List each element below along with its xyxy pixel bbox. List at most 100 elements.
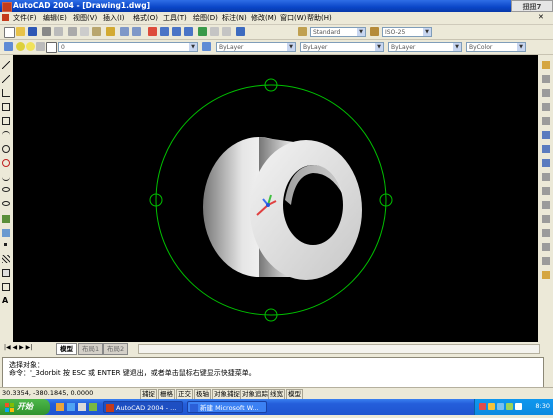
autocad-app-icon[interactable] (2, 2, 12, 12)
design-center-icon[interactable] (210, 27, 219, 36)
array-icon[interactable] (542, 117, 550, 125)
join-icon[interactable] (542, 229, 550, 237)
desktop-icon[interactable] (78, 403, 86, 411)
doc-icon[interactable] (2, 14, 9, 21)
tray-icon-2[interactable] (488, 403, 495, 410)
clock[interactable]: 8:30 (535, 402, 550, 410)
menu-modify[interactable]: 修改(M) (251, 13, 277, 23)
print-icon[interactable] (42, 27, 51, 36)
ellipse-arc-icon[interactable] (2, 201, 10, 206)
copy-icon[interactable] (80, 27, 89, 36)
layer-manager-icon[interactable] (4, 42, 13, 51)
menu-edit[interactable]: 编辑(E) (43, 13, 67, 23)
menu-help[interactable]: 帮助(H) (307, 13, 332, 23)
menu-tools[interactable]: 工具(T) (163, 13, 187, 23)
tab-model[interactable]: 模型 (56, 343, 77, 355)
menu-insert[interactable]: 插入(I) (103, 13, 125, 23)
rectangle-icon[interactable] (2, 117, 10, 125)
line-icon[interactable] (2, 61, 10, 69)
tab-nav-icons[interactable]: |◀ ◀ ▶ ▶| (4, 344, 32, 351)
preview-icon[interactable] (54, 27, 63, 36)
task-autocad[interactable]: AutoCAD 2004 - ... (103, 401, 183, 413)
hatch-icon[interactable] (2, 255, 10, 263)
new-icon[interactable] (4, 27, 15, 38)
chevron-down-icon[interactable]: ▼ (287, 43, 295, 51)
layer-color-icon[interactable] (46, 42, 57, 53)
zoom-icon[interactable] (160, 27, 169, 36)
ie-icon[interactable] (67, 403, 75, 411)
polyline-icon[interactable] (2, 89, 10, 97)
tray-icon-4[interactable] (506, 403, 513, 410)
extend-icon[interactable] (542, 201, 550, 209)
circle-icon[interactable] (2, 145, 10, 153)
break-icon[interactable] (542, 215, 550, 223)
drawing-canvas[interactable] (13, 55, 538, 342)
tray-icon-1[interactable] (479, 403, 486, 410)
tab-layout1[interactable]: 布局1 (78, 343, 104, 355)
undo-icon[interactable] (120, 27, 129, 36)
table-icon[interactable] (2, 283, 10, 291)
paste-icon[interactable] (92, 27, 101, 36)
insert-block-icon[interactable] (2, 215, 10, 223)
tab-layout2[interactable]: 布局2 (103, 343, 129, 355)
layer-lock-icon[interactable] (36, 42, 45, 51)
scale-icon[interactable] (542, 159, 550, 167)
layer-on-icon[interactable] (16, 42, 25, 51)
menu-draw[interactable]: 绘图(D) (193, 13, 218, 23)
layer-dropdown[interactable]: 0 ▼ (58, 42, 198, 52)
menu-window[interactable]: 窗口(W) (280, 13, 306, 23)
open-icon[interactable] (16, 27, 25, 36)
pan-icon[interactable] (148, 27, 157, 36)
make-block-icon[interactable] (2, 229, 10, 237)
layer-thaw-icon[interactable] (26, 42, 35, 51)
stretch-icon[interactable] (542, 173, 550, 181)
volume-icon[interactable] (515, 403, 522, 410)
chevron-down-icon[interactable]: ▼ (423, 28, 431, 36)
close-doc-icon[interactable]: ✕ (538, 13, 544, 21)
mirror-icon[interactable] (542, 89, 550, 97)
dim-style-icon[interactable] (370, 27, 379, 36)
fillet-icon[interactable] (542, 257, 550, 265)
point-icon[interactable] (4, 243, 7, 246)
save-icon[interactable] (28, 27, 37, 36)
rotate-icon[interactable] (542, 145, 550, 153)
chevron-down-icon[interactable]: ▼ (357, 28, 365, 36)
chevron-down-icon[interactable]: ▼ (517, 43, 525, 51)
help-icon[interactable] (236, 27, 245, 36)
polygon-icon[interactable] (2, 103, 10, 111)
task-word[interactable]: 新建 Microsoft W... (187, 401, 267, 413)
text-style-dropdown[interactable]: Standard ▼ (310, 27, 366, 37)
plotstyle-dropdown[interactable]: ByColor ▼ (466, 42, 526, 52)
chevron-down-icon[interactable]: ▼ (189, 43, 197, 51)
tray-icon-3[interactable] (497, 403, 504, 410)
region-icon[interactable] (2, 269, 10, 277)
zoom-window-icon[interactable] (172, 27, 181, 36)
multiline-text-icon[interactable]: A (2, 297, 10, 305)
chevron-down-icon[interactable]: ▼ (453, 43, 461, 51)
viewport-3d[interactable] (13, 55, 538, 342)
start-button[interactable]: 开始 (0, 399, 50, 415)
menu-view[interactable]: 视图(V) (73, 13, 97, 23)
match-properties-icon[interactable] (106, 27, 115, 36)
spline-icon[interactable] (2, 173, 10, 181)
erase-icon[interactable] (542, 61, 550, 69)
trim-icon[interactable] (542, 187, 550, 195)
make-current-icon[interactable] (202, 42, 211, 51)
move-icon[interactable] (542, 131, 550, 139)
arc-icon[interactable] (2, 131, 10, 139)
cut-icon[interactable] (68, 27, 77, 36)
hollow-cylinder[interactable] (203, 137, 362, 280)
redo-icon[interactable] (132, 27, 141, 36)
media-icon[interactable] (89, 403, 97, 411)
menu-format[interactable]: 格式(O) (133, 13, 158, 23)
color-dropdown[interactable]: ByLayer ▼ (216, 42, 296, 52)
quicklaunch-icon[interactable] (56, 403, 64, 411)
command-window[interactable]: 选择对象： 命令：'_3dorbit 按 ESC 或 ENTER 键退出，或者单… (2, 357, 544, 388)
ellipse-icon[interactable] (2, 187, 10, 192)
linetype-dropdown[interactable]: ByLayer ▼ (300, 42, 384, 52)
zoom-previous-icon[interactable] (184, 27, 193, 36)
revision-cloud-icon[interactable] (2, 159, 10, 167)
horizontal-scrollbar[interactable] (138, 344, 540, 354)
construction-line-icon[interactable] (2, 75, 10, 83)
text-style-icon[interactable] (298, 27, 307, 36)
